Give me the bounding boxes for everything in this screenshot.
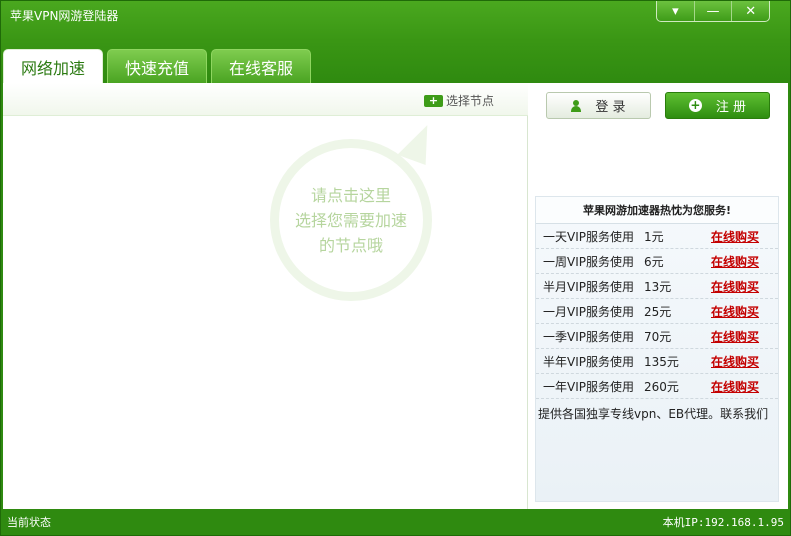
- tab-online-support[interactable]: 在线客服: [211, 49, 311, 83]
- login-label: 登 录: [595, 100, 626, 115]
- buy-online-link[interactable]: 在线购买: [711, 353, 759, 370]
- service-price: 25元: [644, 304, 672, 319]
- service-price: 1元: [644, 229, 664, 244]
- menu-dropdown-icon[interactable]: ▾: [657, 1, 695, 21]
- select-node-button[interactable]: + 选择节点: [424, 92, 494, 109]
- node-hint-bubble[interactable]: 请点击这里 选择您需要加速 的节点哦: [268, 119, 439, 321]
- service-name: 一年VIP服务使用: [543, 379, 634, 394]
- service-name: 一季VIP服务使用: [543, 329, 634, 344]
- service-price: 135元: [644, 354, 679, 369]
- service-name: 半月VIP服务使用: [543, 279, 634, 294]
- service-name: 一周VIP服务使用: [543, 254, 634, 269]
- minimize-icon[interactable]: —: [695, 1, 733, 21]
- tab-network-acceleration[interactable]: 网络加速: [3, 49, 103, 83]
- app-title: 苹果VPN网游登陆器: [10, 9, 119, 23]
- service-row: 一年VIP服务使用 260元 在线购买: [536, 374, 778, 399]
- service-row: 半月VIP服务使用 13元 在线购买: [536, 274, 778, 299]
- title-bar[interactable]: 苹果VPN网游登陆器 ▾ — ✕: [1, 1, 790, 31]
- service-name: 一天VIP服务使用: [543, 229, 634, 244]
- service-price: 13元: [644, 279, 672, 294]
- service-row: 一周VIP服务使用 6元 在线购买: [536, 249, 778, 274]
- service-row: 一天VIP服务使用 1元 在线购买: [536, 224, 778, 249]
- close-icon[interactable]: ✕: [732, 1, 769, 21]
- node-pane: + 选择节点 请点击这里 选择您需要加速 的节点哦: [3, 83, 528, 509]
- node-toolbar: + 选择节点: [3, 83, 528, 116]
- status-bar: 当前状态 本机IP:192.168.1.95: [1, 508, 790, 535]
- service-row: 半年VIP服务使用 135元 在线购买: [536, 349, 778, 374]
- service-note[interactable]: 提供各国独享专线vpn、EB代理。联系我们: [536, 399, 778, 428]
- status-text: 当前状态: [7, 515, 51, 529]
- service-row: 一月VIP服务使用 25元 在线购买: [536, 299, 778, 324]
- plus-circle-icon: +: [688, 98, 702, 112]
- main-content: + 选择节点 请点击这里 选择您需要加速 的节点哦 登 录 + 注 册 苹果网游…: [3, 83, 788, 509]
- buy-online-link[interactable]: 在线购买: [711, 328, 759, 345]
- service-panel: 苹果网游加速器热忱为您服务! 一天VIP服务使用 1元 在线购买 一周VIP服务…: [535, 196, 779, 502]
- buy-online-link[interactable]: 在线购买: [711, 278, 759, 295]
- select-node-label: 选择节点: [446, 94, 495, 108]
- buy-online-link[interactable]: 在线购买: [711, 253, 759, 270]
- user-icon: [571, 99, 582, 112]
- service-price: 260元: [644, 379, 679, 394]
- register-button[interactable]: + 注 册: [665, 92, 770, 119]
- window-controls: ▾ — ✕: [656, 1, 770, 22]
- tab-quick-recharge[interactable]: 快速充值: [107, 49, 207, 83]
- local-ip: 本机IP:192.168.1.95: [662, 515, 784, 529]
- app-window: 苹果VPN网游登陆器 ▾ — ✕ 网络加速 快速充值 在线客服 + 选择节点 请…: [0, 0, 791, 536]
- buy-online-link[interactable]: 在线购买: [711, 378, 759, 395]
- service-price: 70元: [644, 329, 672, 344]
- buy-online-link[interactable]: 在线购买: [711, 228, 759, 245]
- buy-online-link[interactable]: 在线购买: [711, 303, 759, 320]
- service-price: 6元: [644, 254, 664, 269]
- login-button[interactable]: 登 录: [546, 92, 651, 119]
- service-name: 半年VIP服务使用: [543, 354, 634, 369]
- account-pane: 登 录 + 注 册 苹果网游加速器热忱为您服务! 一天VIP服务使用 1元 在线…: [529, 83, 788, 509]
- service-name: 一月VIP服务使用: [543, 304, 634, 319]
- bubble-line-1: 请点击这里: [310, 185, 391, 205]
- bubble-body: 请点击这里 选择您需要加速 的节点哦: [270, 139, 432, 301]
- register-label: 注 册: [715, 100, 747, 115]
- bubble-line-3: 的节点哦: [318, 235, 383, 255]
- tab-bar: 网络加速 快速充值 在线客服: [3, 49, 311, 83]
- service-row: 一季VIP服务使用 70元 在线购买: [536, 324, 778, 349]
- service-title: 苹果网游加速器热忱为您服务!: [536, 197, 778, 224]
- plus-icon: +: [424, 94, 443, 107]
- bubble-line-2: 选择您需要加速: [294, 210, 407, 230]
